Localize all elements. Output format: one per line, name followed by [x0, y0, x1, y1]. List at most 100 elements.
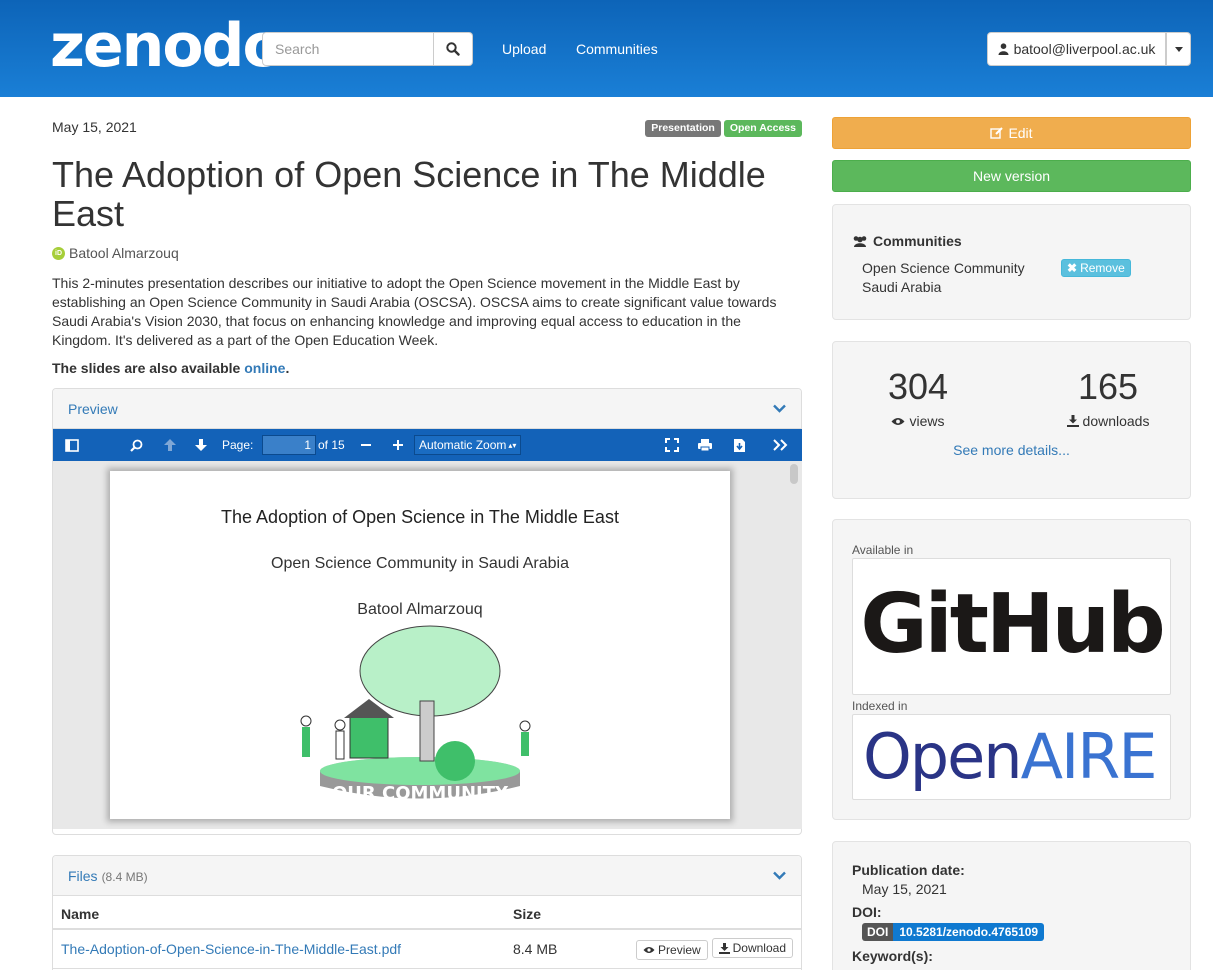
community-illustration: OUR COMMUNITY — [300, 625, 531, 804]
slide-title: The Adoption of Open Science in The Midd… — [221, 507, 619, 527]
file-link[interactable]: The-Adoption-of-Open-Science-in-The-Midd… — [61, 941, 401, 957]
edit-icon — [990, 127, 1004, 139]
remove-label: Remove — [1080, 261, 1125, 275]
download-pdf-icon[interactable] — [733, 429, 746, 461]
search-input[interactable] — [262, 32, 434, 66]
new-version-button[interactable]: New version — [832, 160, 1191, 192]
table-row: The-Adoption-of-Open-Science-in-The-Midd… — [53, 929, 801, 969]
record-title: The Adoption of Open Science in The Midd… — [52, 154, 766, 234]
users-icon — [853, 236, 867, 247]
community-name[interactable]: Open Science Community Saudi Arabia — [862, 259, 1042, 297]
eye-icon — [891, 417, 905, 425]
zenodo-logo[interactable]: zenodo — [50, 14, 284, 78]
doi-badge-value: 10.5281/zenodo.4765109 — [893, 923, 1045, 941]
record-author: iD Batool Almarzouq — [52, 245, 179, 261]
openaire-aire: AIRE — [1020, 720, 1158, 793]
edit-button[interactable]: Edit — [832, 117, 1191, 149]
user-dropdown-toggle[interactable] — [1166, 32, 1191, 66]
column-header-size: Size — [505, 896, 582, 930]
file-download-button[interactable]: Download — [711, 938, 793, 958]
chevron-down-icon — [773, 404, 786, 413]
slides-note-end: . — [285, 360, 290, 376]
record-date: May 15, 2021 — [52, 119, 137, 135]
file-preview-button[interactable]: Preview — [636, 939, 708, 960]
github-logo[interactable]: GitHub — [852, 558, 1171, 695]
chevron-down-icon — [773, 871, 786, 880]
slide-banner-text: OUR COMMUNITY — [332, 783, 509, 804]
downloads-count: 165 — [1077, 366, 1139, 407]
print-icon[interactable] — [697, 429, 713, 461]
communities-heading-text: Communities — [873, 233, 962, 249]
stats-box: 304 views 165 downloads See more details… — [832, 341, 1191, 499]
available-in-label: Available in — [852, 543, 914, 557]
pdf-page: The Adoption of Open Science in The Midd… — [110, 471, 730, 819]
downloads-label-text: downloads — [1082, 413, 1150, 429]
openaire-open: Open — [863, 720, 1023, 793]
author-name: Batool Almarzouq — [69, 245, 179, 261]
doi-badge-key: DOI — [862, 923, 894, 941]
pdf-scrollbar[interactable] — [790, 464, 798, 484]
file-download-label: Download — [732, 941, 786, 955]
caret-down-icon — [1174, 46, 1183, 52]
pdf-toolbar: Page: of 15 Automatic Zoom▴▾ — [53, 429, 802, 461]
edit-label: Edit — [1008, 125, 1033, 141]
slides-online-link[interactable]: online — [244, 360, 285, 376]
file-preview-label: Preview — [658, 942, 701, 957]
record-description: This 2-minutes presentation describes ou… — [52, 275, 777, 348]
record-badges: Presentation Open Access — [645, 120, 802, 137]
metadata-box: Publication date: May 15, 2021 DOI: DOI … — [832, 841, 1191, 970]
presentation-mode-icon[interactable] — [665, 429, 679, 461]
preview-panel-header[interactable]: Preview — [53, 389, 801, 429]
sidebar-toggle-icon[interactable] — [65, 429, 79, 461]
orcid-icon[interactable]: iD — [52, 246, 65, 260]
openaire-logo[interactable]: OpenAIRE — [852, 714, 1171, 800]
badge-access: Open Access — [723, 120, 802, 137]
user-button[interactable]: batool@liverpool.ac.uk — [987, 32, 1166, 66]
close-icon: ✖ — [1067, 261, 1078, 275]
availability-box: Available in GitHub Indexed in OpenAIRE — [832, 519, 1191, 820]
eye-icon — [643, 946, 655, 953]
search-form — [262, 32, 473, 66]
files-heading: Files — [68, 867, 98, 884]
column-header-name: Name — [53, 896, 505, 930]
zoom-in-icon[interactable] — [392, 429, 404, 461]
views-label: views — [843, 413, 993, 429]
remove-community-button[interactable]: ✖ Remove — [1061, 259, 1131, 277]
search-button[interactable] — [434, 32, 473, 66]
page-up-icon[interactable] — [163, 429, 177, 461]
page-total: of 15 — [318, 438, 345, 452]
views-label-text: views — [909, 413, 945, 429]
downloads-label: downloads — [1033, 413, 1183, 429]
zoom-select[interactable]: Automatic Zoom ▴▾ — [414, 435, 522, 455]
slides-note: The slides are also available online. — [52, 360, 289, 376]
download-icon — [718, 942, 730, 954]
download-icon — [1066, 415, 1079, 427]
slide-subtitle: Open Science Community in Saudi Arabia — [271, 555, 569, 572]
user-menu: batool@liverpool.ac.uk — [987, 32, 1191, 66]
nav-communities[interactable]: Communities — [576, 41, 658, 57]
see-more-details-link[interactable]: See more details... — [833, 442, 1190, 458]
page-down-icon[interactable] — [194, 429, 208, 461]
page-number-input[interactable] — [262, 435, 316, 455]
pdf-find-icon[interactable] — [130, 429, 143, 461]
select-arrows-icon: ▴▾ — [508, 440, 517, 450]
files-total-size: (8.4 MB) — [101, 869, 148, 884]
badge-type: Presentation — [645, 120, 721, 137]
zoom-value: Automatic Zoom — [419, 438, 507, 452]
user-email: batool@liverpool.ac.uk — [1013, 41, 1156, 57]
communities-heading: Communities — [852, 233, 962, 249]
doi-badge[interactable]: DOI 10.5281/zenodo.4765109 — [862, 923, 1045, 941]
zoom-out-icon[interactable] — [360, 429, 372, 461]
files-table: Name Size The-Adoption-of-Open-Science-i… — [53, 896, 801, 969]
preview-panel: Preview Page: of 15 Automatic Zoom▴▾ — [52, 388, 802, 835]
preview-heading: Preview — [68, 400, 118, 417]
pdf-viewer[interactable]: The Adoption of Open Science in The Midd… — [53, 461, 802, 829]
nav-upload[interactable]: Upload — [502, 41, 546, 57]
slide-author: Batool Almarzouq — [357, 601, 483, 618]
doi-label: DOI: — [852, 904, 882, 920]
files-panel-header[interactable]: Files (8.4 MB) — [53, 856, 801, 896]
publication-date-value: May 15, 2021 — [862, 881, 947, 897]
tools-icon[interactable] — [773, 429, 788, 461]
slides-note-text: The slides are also available — [52, 360, 245, 376]
page-label: Page: — [222, 438, 254, 452]
